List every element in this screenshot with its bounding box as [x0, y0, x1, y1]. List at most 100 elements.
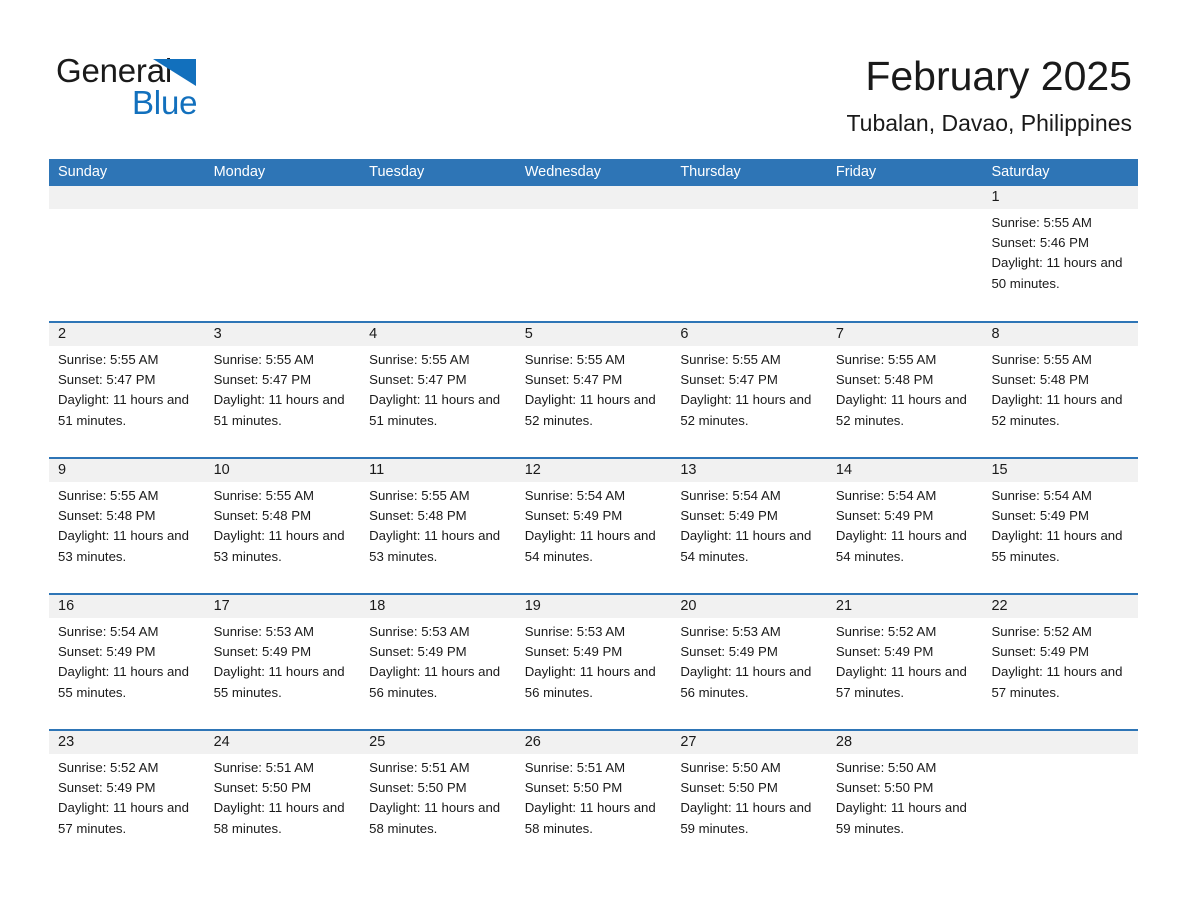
- day-cell[interactable]: 26 Sunrise: 5:51 AM Sunset: 5:50 PM Dayligh…: [515, 731, 672, 845]
- sunset-text: Sunset: 5:47 PM: [680, 372, 778, 388]
- day-cell-empty: [49, 186, 205, 321]
- sunrise-text: Sunrise: 5:54 AM: [835, 488, 937, 503]
- day-number: 2: [58, 326, 67, 342]
- day-cell[interactable]: 13 Sunrise: 5:54 AM Sunset: 5:49 PM Dayligh…: [671, 459, 827, 593]
- daylight-text: Daylight: 11 hours and 56 minutes.: [369, 664, 501, 700]
- day-cell-body: Sunrise: 5:50 AM Sunset: 5:50 PM Daylight:…: [827, 754, 983, 839]
- day-cell[interactable]: 8 Sunrise: 5:55 AM Sunset: 5:48 PM Daylight…: [982, 323, 1139, 457]
- sunset-text: Sunset: 5:49 PM: [58, 780, 156, 796]
- sunrise-text: Sunrise: 5:55 AM: [369, 488, 470, 503]
- weekday-header-friday: Friday: [835, 164, 877, 180]
- daylight-text: Daylight: 11 hours and 50 minutes.: [991, 255, 1123, 291]
- sunset-text: Sunset: 5:50 PM: [213, 780, 312, 796]
- day-cell-empty: [515, 186, 672, 321]
- day-cell-body: Sunrise: 5:54 AM Sunset: 5:49 PM Daylight:…: [516, 482, 672, 567]
- day-number-band: [204, 186, 361, 209]
- day-cell[interactable]: 28 Sunrise: 5:50 AM Sunset: 5:50 PM Dayligh…: [826, 731, 983, 845]
- day-cell-body: Sunrise: 5:55 AM Sunset: 5:48 PM Daylight:…: [982, 346, 1138, 431]
- calendar-weeks: 1 Sunrise: 5:55 AM Sunset: 5:46 PM Daylight…: [49, 186, 1139, 845]
- day-cell[interactable]: 17 Sunrise: 5:53 AM Sunset: 5:49 PM Dayligh…: [204, 595, 361, 729]
- day-number-band: [826, 186, 983, 209]
- sunrise-text: Sunrise: 5:52 AM: [58, 760, 159, 775]
- day-cell[interactable]: 1 Sunrise: 5:55 AM Sunset: 5:46 PM Daylight…: [982, 186, 1139, 321]
- sunset-text: Sunset: 5:49 PM: [524, 508, 623, 524]
- day-cell[interactable]: 18 Sunrise: 5:53 AM Sunset: 5:49 PM Dayligh…: [360, 595, 516, 729]
- sunset-text: Sunset: 5:49 PM: [991, 644, 1089, 660]
- sunrise-text: Sunrise: 5:50 AM: [680, 760, 781, 775]
- sunrise-text: Sunrise: 5:55 AM: [991, 215, 1092, 230]
- daylight-text: Daylight: 11 hours and 53 minutes.: [369, 528, 501, 564]
- day-cell[interactable]: 25 Sunrise: 5:51 AM Sunset: 5:50 PM Dayligh…: [360, 731, 516, 845]
- day-cell-body: Sunrise: 5:55 AM Sunset: 5:48 PM Daylight:…: [49, 482, 205, 567]
- day-number: 6: [680, 326, 689, 342]
- sunset-text: Sunset: 5:49 PM: [213, 644, 312, 660]
- day-cell[interactable]: 12 Sunrise: 5:54 AM Sunset: 5:49 PM Dayligh…: [515, 459, 672, 593]
- day-number: 8: [991, 326, 1000, 342]
- day-number-band: 25: [360, 731, 516, 754]
- daylight-text: Daylight: 11 hours and 58 minutes.: [213, 800, 345, 836]
- day-cell[interactable]: 5 Sunrise: 5:55 AM Sunset: 5:47 PM Daylight…: [515, 323, 672, 457]
- day-number-band: [671, 186, 827, 209]
- day-cell[interactable]: 15 Sunrise: 5:54 AM Sunset: 5:49 PM Dayligh…: [982, 459, 1139, 593]
- day-cell-body: Sunrise: 5:55 AM Sunset: 5:47 PM Daylight:…: [516, 346, 672, 431]
- day-cell[interactable]: 20 Sunrise: 5:53 AM Sunset: 5:49 PM Dayligh…: [671, 595, 827, 729]
- daylight-text: Daylight: 11 hours and 51 minutes.: [369, 392, 501, 428]
- day-cell[interactable]: 4 Sunrise: 5:55 AM Sunset: 5:47 PM Daylight…: [360, 323, 516, 457]
- day-number-band: 20: [671, 595, 827, 618]
- day-number-band: 8: [982, 323, 1139, 346]
- day-cell[interactable]: 6 Sunrise: 5:55 AM Sunset: 5:47 PM Daylight…: [671, 323, 827, 457]
- daylight-text: Daylight: 11 hours and 51 minutes.: [213, 392, 345, 428]
- day-number-band: 21: [826, 595, 983, 618]
- day-number: 17: [213, 598, 230, 614]
- daylight-text: Daylight: 11 hours and 54 minutes.: [835, 528, 967, 564]
- day-cell-body: Sunrise: 5:55 AM Sunset: 5:46 PM Daylight:…: [982, 209, 1138, 294]
- calendar-week-row: 16 Sunrise: 5:54 AM Sunset: 5:49 PM Dayligh…: [49, 593, 1139, 729]
- day-cell[interactable]: 19 Sunrise: 5:53 AM Sunset: 5:49 PM Dayligh…: [515, 595, 672, 729]
- day-cell[interactable]: 21 Sunrise: 5:52 AM Sunset: 5:49 PM Dayligh…: [826, 595, 983, 729]
- day-number: 11: [369, 462, 385, 478]
- day-cell-empty: [826, 186, 983, 321]
- day-cell[interactable]: 23 Sunrise: 5:52 AM Sunset: 5:49 PM Dayligh…: [49, 731, 205, 845]
- weekday-header-wednesday: Wednesday: [524, 164, 602, 180]
- sunrise-text: Sunrise: 5:54 AM: [991, 488, 1092, 503]
- day-number: 28: [835, 734, 853, 750]
- day-cell[interactable]: 11 Sunrise: 5:55 AM Sunset: 5:48 PM Dayligh…: [360, 459, 516, 593]
- calendar-week-row: 23 Sunrise: 5:52 AM Sunset: 5:49 PM Dayligh…: [49, 729, 1139, 845]
- day-number: 26: [524, 734, 541, 750]
- sunset-text: Sunset: 5:50 PM: [680, 780, 778, 796]
- daylight-text: Daylight: 11 hours and 58 minutes.: [369, 800, 501, 836]
- day-number: 1: [991, 189, 1000, 205]
- day-cell[interactable]: 2 Sunrise: 5:55 AM Sunset: 5:47 PM Daylight…: [49, 323, 205, 457]
- day-number-band: 1: [982, 186, 1139, 209]
- day-cell[interactable]: 7 Sunrise: 5:55 AM Sunset: 5:48 PM Daylight…: [826, 323, 983, 457]
- day-cell[interactable]: 16 Sunrise: 5:54 AM Sunset: 5:49 PM Dayligh…: [49, 595, 205, 729]
- day-cell[interactable]: 14 Sunrise: 5:54 AM Sunset: 5:49 PM Dayligh…: [826, 459, 983, 593]
- day-cell[interactable]: 3 Sunrise: 5:55 AM Sunset: 5:47 PM Daylight…: [204, 323, 361, 457]
- day-cell-body: Sunrise: 5:55 AM Sunset: 5:47 PM Daylight:…: [49, 346, 205, 431]
- day-number: 13: [680, 462, 697, 478]
- day-number: 12: [524, 462, 541, 478]
- day-cell[interactable]: 22 Sunrise: 5:52 AM Sunset: 5:49 PM Dayligh…: [982, 595, 1139, 729]
- day-cell-body: Sunrise: 5:53 AM Sunset: 5:49 PM Daylight:…: [360, 618, 516, 703]
- generalblue-logo[interactable]: General Blue: [56, 52, 356, 122]
- day-number-band: 19: [515, 595, 672, 618]
- sunrise-text: Sunrise: 5:55 AM: [680, 352, 781, 367]
- sunrise-text: Sunrise: 5:55 AM: [58, 488, 159, 503]
- day-number: 24: [213, 734, 230, 750]
- day-cell[interactable]: 9 Sunrise: 5:55 AM Sunset: 5:48 PM Daylight…: [49, 459, 205, 593]
- sunset-text: Sunset: 5:48 PM: [58, 508, 156, 524]
- calendar-week-row: 9 Sunrise: 5:55 AM Sunset: 5:48 PM Daylight…: [49, 457, 1139, 593]
- day-number-band: 27: [671, 731, 827, 754]
- sunset-text: Sunset: 5:48 PM: [369, 508, 467, 524]
- sunrise-text: Sunrise: 5:55 AM: [835, 352, 937, 367]
- day-cell[interactable]: 27 Sunrise: 5:50 AM Sunset: 5:50 PM Dayligh…: [671, 731, 827, 845]
- day-number: 5: [524, 326, 533, 342]
- day-cell[interactable]: 24 Sunrise: 5:51 AM Sunset: 5:50 PM Dayligh…: [204, 731, 361, 845]
- sunrise-text: Sunrise: 5:52 AM: [991, 624, 1092, 639]
- sunset-text: Sunset: 5:49 PM: [369, 644, 467, 660]
- daylight-text: Daylight: 11 hours and 52 minutes.: [524, 392, 656, 428]
- day-cell[interactable]: 10 Sunrise: 5:55 AM Sunset: 5:48 PM Dayligh…: [204, 459, 361, 593]
- day-cell-body: Sunrise: 5:54 AM Sunset: 5:49 PM Daylight:…: [827, 482, 983, 567]
- daylight-text: Daylight: 11 hours and 55 minutes.: [991, 528, 1123, 564]
- daylight-text: Daylight: 11 hours and 52 minutes.: [835, 392, 967, 428]
